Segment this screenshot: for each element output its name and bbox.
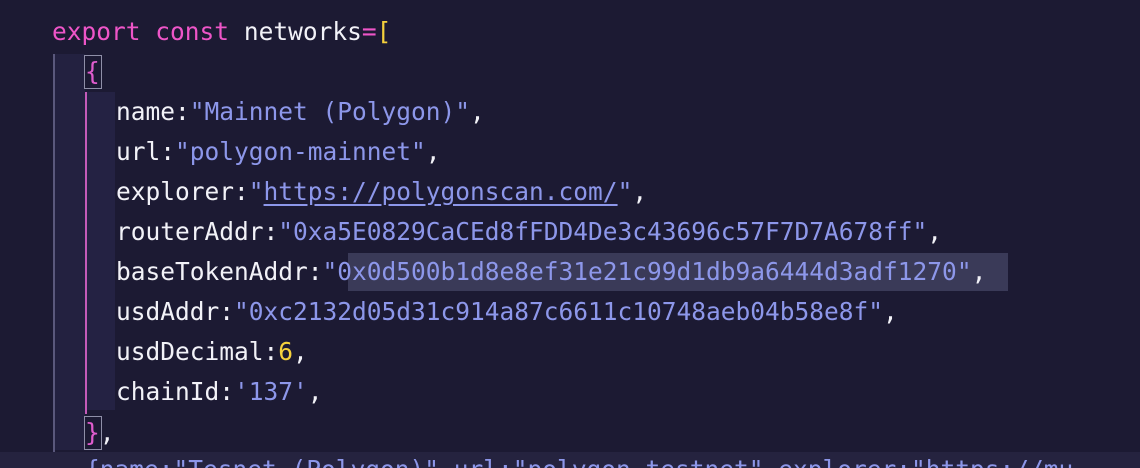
prop-key: routerAddr: [116, 217, 264, 246]
string-value: "0xc2132d05d31c914a87c6611c10748aeb04b58…: [234, 297, 884, 326]
close-brace: }: [85, 418, 100, 447]
next-line-text: {name:"Tesnet (Polygon)",url:"polygon-te…: [85, 455, 1073, 468]
explorer-link[interactable]: https://polygonscan.com/: [264, 177, 618, 206]
open-brace: {: [85, 57, 100, 86]
colon: :: [307, 257, 323, 286]
code-line-usddecimal[interactable]: usdDecimal:6,: [116, 332, 308, 372]
comma: ,: [99, 418, 115, 447]
code-line-explorer[interactable]: explorer:"https://polygonscan.com/",: [116, 172, 647, 212]
prop-key: explorer: [116, 177, 235, 206]
comma: ,: [971, 257, 987, 286]
prop-key: chainId: [116, 377, 220, 406]
string-value: "Mainnet (Polygon)": [189, 97, 471, 126]
colon: :: [175, 97, 190, 126]
colon: :: [234, 177, 249, 206]
string-value: '137': [234, 377, 308, 406]
quote: ": [248, 177, 264, 206]
comma: ,: [425, 137, 441, 166]
indent-guide-outer: [53, 54, 55, 468]
string-value: "0xa5E0829CaCEd8fFDD4De3c43696c57F7D7A67…: [278, 217, 928, 246]
code-line-name[interactable]: name:"Mainnet (Polygon)",: [116, 92, 485, 132]
identifier-networks: networks: [243, 17, 362, 46]
number-value: 6: [278, 337, 294, 366]
comma: ,: [307, 377, 323, 406]
code-editor[interactable]: export const networks=[ { name:"Mainnet …: [0, 0, 1140, 468]
colon: :: [263, 217, 279, 246]
quote: ": [956, 257, 972, 286]
comma: ,: [927, 217, 943, 246]
selected-text: 0x0d500b1d8e8ef31e21c99d1db9a6444d3adf12…: [337, 257, 957, 286]
code-line-url[interactable]: url:"polygon-mainnet",: [116, 132, 441, 172]
open-bracket: [: [376, 17, 392, 46]
code-line-1[interactable]: export const networks=[: [52, 12, 391, 52]
code-line-routeraddr[interactable]: routerAddr:"0xa5E0829CaCEd8fFDD4De3c4369…: [116, 212, 942, 252]
colon: :: [263, 337, 279, 366]
string-value: "polygon-mainnet": [175, 137, 426, 166]
keyword-const: const: [155, 17, 230, 46]
colon: :: [219, 377, 235, 406]
colon: :: [219, 297, 235, 326]
comma: ,: [632, 177, 648, 206]
indent-band-inner: [87, 92, 115, 410]
keyword-export: export: [52, 17, 141, 46]
code-line-usdaddr[interactable]: usdAddr:"0xc2132d05d31c914a87c6611c10748…: [116, 292, 898, 332]
prop-key: baseTokenAddr: [116, 257, 308, 286]
prop-key: usdAddr: [116, 297, 220, 326]
code-line-next[interactable]: {name:"Tesnet (Polygon)",url:"polygon-te…: [85, 450, 1073, 468]
code-line-close[interactable]: },: [85, 413, 115, 453]
comma: ,: [883, 297, 898, 326]
operator-equals: =: [361, 17, 377, 46]
prop-key: url: [116, 137, 161, 166]
indent-band: [55, 54, 85, 450]
prop-key: name: [116, 97, 176, 126]
comma: ,: [470, 97, 485, 126]
code-line-chainid[interactable]: chainId:'137',: [116, 372, 323, 412]
code-line-2[interactable]: {: [85, 52, 100, 92]
quote: ": [617, 177, 633, 206]
comma: ,: [293, 337, 308, 366]
code-line-basetokenaddr[interactable]: baseTokenAddr:"0x0d500b1d8e8ef31e21c99d1…: [116, 252, 986, 292]
indent-guide-inner: [85, 92, 87, 414]
quote: ": [322, 257, 338, 286]
prop-key: usdDecimal: [116, 337, 264, 366]
colon: :: [160, 137, 176, 166]
